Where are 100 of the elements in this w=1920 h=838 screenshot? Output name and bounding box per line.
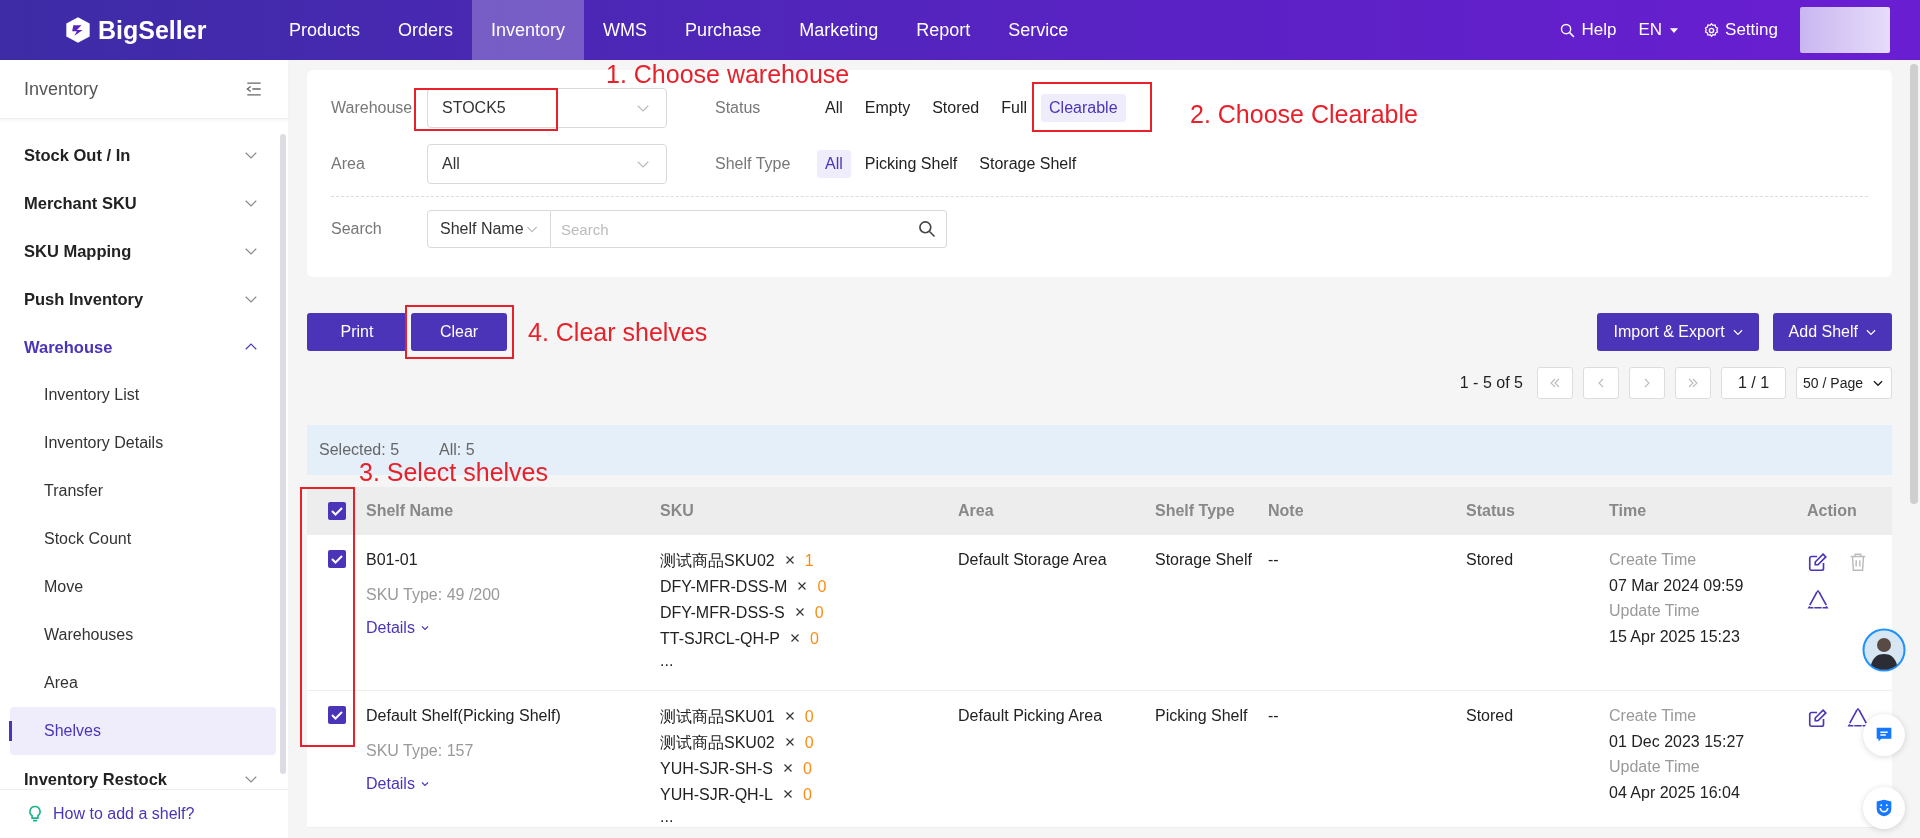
filter-option[interactable]: Stored — [924, 94, 988, 122]
nav-tab[interactable]: Marketing — [780, 0, 898, 60]
filter-option[interactable]: Empty — [856, 94, 919, 122]
column-header: Shelf Type — [1155, 502, 1236, 520]
details-link[interactable]: Details — [366, 771, 431, 796]
nav-tab[interactable]: WMS — [584, 0, 667, 60]
search-field[interactable]: Search — [551, 210, 947, 248]
nav-tab[interactable]: Report — [897, 0, 990, 60]
add-shelf-button[interactable]: Add Shelf — [1772, 313, 1892, 351]
sidebar-group[interactable]: SKU Mapping — [0, 227, 276, 275]
support-avatar[interactable] — [1862, 628, 1906, 672]
nav-tab[interactable]: Purchase — [666, 0, 781, 60]
column-header: Time — [1609, 502, 1648, 520]
time-label: Update Time — [1609, 757, 1701, 777]
filter-label: Shelf Type — [715, 155, 792, 173]
sidebar-item[interactable]: Transfer — [10, 467, 276, 515]
nav-tab[interactable]: Products — [270, 0, 380, 60]
clear-button[interactable]: Clear — [411, 313, 507, 351]
filter-option[interactable]: All — [817, 94, 851, 122]
checkbox[interactable] — [327, 502, 346, 520]
page-input[interactable]: 1 / 1 — [1720, 367, 1787, 399]
sku-quantity: 0 — [804, 706, 814, 727]
chat-button[interactable] — [1863, 714, 1905, 756]
time-label: Update Time — [1609, 601, 1701, 621]
filter-option[interactable]: All — [817, 150, 851, 178]
checkbox[interactable] — [327, 706, 346, 724]
filter-label: Search — [331, 220, 383, 238]
sku-quantity: 0 — [810, 628, 819, 649]
edit-icon[interactable] — [1807, 707, 1829, 729]
area-select[interactable]: All — [427, 144, 667, 184]
help-link[interactable]: Help — [1559, 20, 1617, 40]
sidebar-group[interactable]: Merchant SKU — [0, 179, 276, 227]
help-link[interactable]: How to add a shelf? — [53, 805, 195, 823]
filter-label: Warehouse — [331, 99, 414, 117]
sidebar-item[interactable]: Inventory List — [10, 371, 276, 419]
logo-text: BigSeller — [98, 15, 207, 45]
column-header: Shelf Name — [366, 502, 455, 520]
sidebar-group[interactable]: Push Inventory — [0, 275, 276, 323]
more-indicator: ... — [660, 808, 674, 825]
scrollbar[interactable] — [280, 134, 286, 774]
create-time: 07 Mar 2024 09:59 — [1609, 575, 1745, 596]
sku-code: 测试商品SKU02 — [660, 732, 775, 753]
search-icon[interactable] — [917, 219, 937, 239]
nav-tab[interactable]: Orders — [379, 0, 473, 60]
settings-link[interactable]: Setting — [1703, 20, 1778, 40]
status-text: Stored — [1466, 551, 1514, 568]
sidebar-item[interactable]: Move — [10, 563, 276, 611]
filter-label: Area — [331, 155, 366, 173]
sku-quantity: 0 — [802, 758, 812, 779]
sidebar-group[interactable]: Warehouse — [0, 323, 276, 371]
print-button[interactable]: Print — [307, 313, 407, 351]
filter-option[interactable]: Clearable — [1041, 94, 1126, 122]
filter-option[interactable]: Picking Shelf — [856, 150, 966, 178]
sidebar-group[interactable]: Inventory Restock — [0, 755, 276, 789]
sku-code: 测试商品SKU02 — [660, 550, 775, 571]
sidebar-item[interactable]: Stock Count — [10, 515, 276, 563]
sidebar-item[interactable]: Area — [10, 659, 276, 707]
checkbox[interactable] — [327, 550, 346, 568]
search-type-select[interactable]: Shelf Name — [427, 210, 551, 248]
sidebar-group[interactable]: Stock Out / In — [0, 131, 276, 179]
area-text: Default Picking Area — [958, 707, 1103, 724]
warehouse-select[interactable]: STOCK5 — [427, 88, 667, 128]
triangle-icon[interactable] — [1847, 707, 1869, 729]
sku-quantity: 0 — [814, 602, 824, 623]
filter-option[interactable]: Full — [993, 94, 1036, 122]
nav-tab[interactable]: Service — [989, 0, 1088, 60]
sidebar-item[interactable]: Shelves — [10, 707, 276, 755]
sku-code: TT-SJRCL-QH-P — [660, 628, 780, 649]
details-link[interactable]: Details — [366, 615, 431, 640]
sku-code: 测试商品SKU01 — [660, 706, 775, 727]
create-time: 01 Dec 2023 15:27 — [1609, 731, 1746, 752]
shelf-name: B01-01 — [366, 550, 419, 570]
update-time: 15 Apr 2025 15:23 — [1609, 626, 1741, 647]
triangle-icon[interactable] — [1807, 589, 1829, 611]
sku-type: SKU Type: 49 /200 — [366, 585, 501, 605]
nav-tab[interactable]: Inventory — [472, 0, 585, 60]
filter-option[interactable]: Storage Shelf — [971, 150, 1085, 178]
note-text: -- — [1268, 707, 1279, 724]
search-icon — [1559, 21, 1577, 39]
time-label: Create Time — [1609, 706, 1698, 726]
area-text: Default Storage Area — [958, 551, 1107, 568]
page-size-select[interactable]: 50 / Page — [1796, 367, 1892, 399]
page-range: 1 - 5 of 5 — [1459, 374, 1523, 392]
time-label: Create Time — [1609, 550, 1698, 570]
shelf-name: Default Shelf(Picking Shelf) — [366, 706, 562, 726]
annotation-text: 2. Choose Clearable — [1190, 102, 1418, 127]
sku-code: DFY-MFR-DSS-S — [660, 602, 785, 623]
import-export-button[interactable]: Import & Export — [1597, 313, 1759, 351]
sku-quantity: 0 — [802, 784, 812, 805]
sidebar-item[interactable]: Inventory Details — [10, 419, 276, 467]
selected-count: Selected: 5 — [319, 441, 400, 459]
edit-icon[interactable] — [1807, 551, 1829, 573]
scrollbar[interactable] — [1910, 64, 1918, 504]
annotation-text: 3. Select shelves — [359, 460, 548, 485]
sidebar-item[interactable]: Warehouses — [10, 611, 276, 659]
sku-type: SKU Type: 157 — [366, 741, 475, 761]
note-text: -- — [1268, 551, 1279, 568]
language-dropdown[interactable]: EN — [1638, 20, 1682, 40]
settings-icon — [1703, 21, 1721, 39]
feedback-button[interactable] — [1863, 787, 1905, 829]
